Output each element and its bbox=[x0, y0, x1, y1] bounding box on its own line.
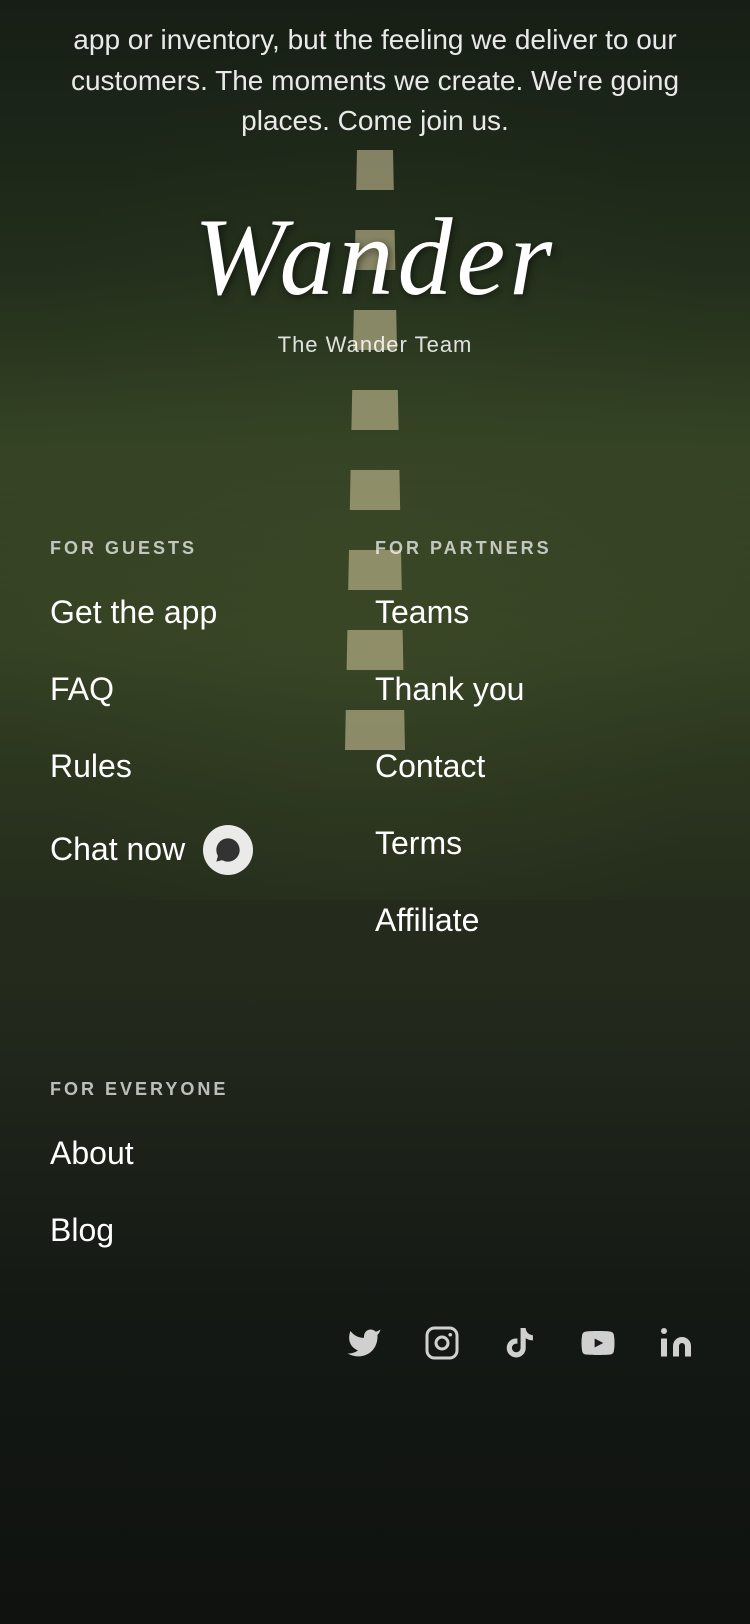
faq-link[interactable]: FAQ bbox=[50, 671, 375, 708]
intro-text: app or inventory, but the feeling we del… bbox=[0, 0, 750, 182]
about-link[interactable]: About bbox=[50, 1135, 700, 1172]
guests-section-title: FOR GUESTS bbox=[50, 538, 375, 559]
brand-logo[interactable]: Wander bbox=[194, 202, 556, 312]
affiliate-link[interactable]: Affiliate bbox=[375, 902, 700, 939]
partners-section-title: FOR PARTNERS bbox=[375, 538, 700, 559]
social-row bbox=[0, 1289, 750, 1397]
tiktok-icon[interactable] bbox=[496, 1319, 544, 1367]
chat-now-label: Chat now bbox=[50, 831, 185, 868]
rules-link[interactable]: Rules bbox=[50, 748, 375, 785]
contact-link[interactable]: Contact bbox=[375, 748, 700, 785]
chat-bubble-icon bbox=[203, 825, 253, 875]
partners-column: FOR PARTNERS Teams Thank you Contact Ter… bbox=[375, 538, 700, 979]
guests-column: FOR GUESTS Get the app FAQ Rules Chat no… bbox=[50, 538, 375, 979]
everyone-section-title: FOR EVERYONE bbox=[50, 1079, 700, 1100]
blog-link[interactable]: Blog bbox=[50, 1212, 700, 1249]
get-the-app-link[interactable]: Get the app bbox=[50, 594, 375, 631]
nav-sections: FOR GUESTS Get the app FAQ Rules Chat no… bbox=[0, 518, 750, 1039]
everyone-section: FOR EVERYONE About Blog bbox=[0, 1039, 750, 1249]
logo-section: Wander The Wander Team bbox=[0, 182, 750, 398]
linkedin-icon[interactable] bbox=[652, 1319, 700, 1367]
instagram-icon[interactable] bbox=[418, 1319, 466, 1367]
twitter-icon[interactable] bbox=[340, 1319, 388, 1367]
chat-now-link[interactable]: Chat now bbox=[50, 825, 375, 875]
thank-you-link[interactable]: Thank you bbox=[375, 671, 700, 708]
logo-subtitle: The Wander Team bbox=[278, 332, 473, 358]
youtube-icon[interactable] bbox=[574, 1319, 622, 1367]
terms-link[interactable]: Terms bbox=[375, 825, 700, 862]
teams-link[interactable]: Teams bbox=[375, 594, 700, 631]
